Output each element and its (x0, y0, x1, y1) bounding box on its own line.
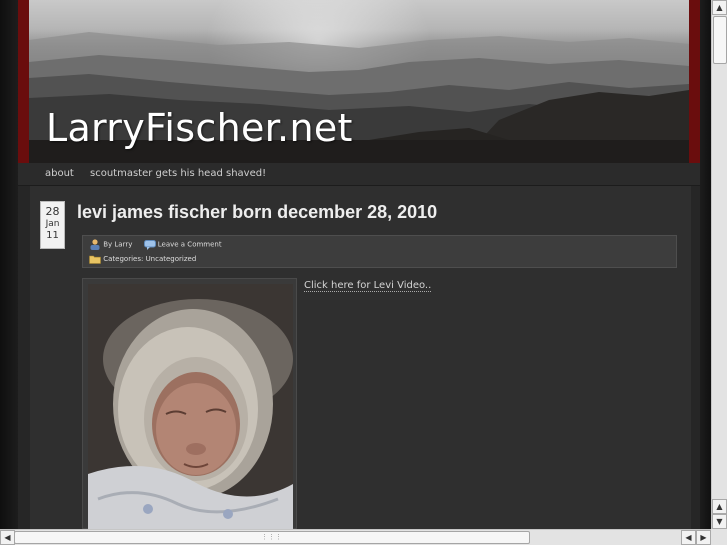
chevron-right-icon: ▶ (700, 533, 707, 542)
leave-comment-link[interactable]: Leave a Comment (158, 241, 222, 249)
comment-icon (143, 239, 156, 250)
scroll-right-button[interactable]: ▶ (696, 530, 711, 545)
site-title[interactable]: LarryFischer.net (46, 106, 353, 150)
post-title[interactable]: levi james fischer born december 28, 201… (77, 202, 437, 223)
post-date-day: 28 (45, 205, 60, 218)
vertical-scrollbar[interactable]: ▲ ▲ ▼ (711, 0, 727, 529)
levi-video-link[interactable]: Click here for Levi Video.. (304, 280, 432, 292)
grip-icon: ⋮⋮⋮ (261, 534, 282, 541)
chevron-up-icon: ▲ (716, 3, 723, 12)
page-shadow-right (700, 0, 711, 529)
chevron-left-icon: ◀ (4, 533, 11, 542)
post-meta-box: By Larry Leave a Comment Categories: Unc… (82, 235, 677, 268)
nav-item-scoutmaster[interactable]: scoutmaster gets his head shaved! (90, 168, 266, 179)
vertical-scroll-thumb[interactable] (713, 16, 727, 64)
chevron-up-icon: ▲ (716, 502, 723, 511)
post-meta-row-categories: Categories: Uncategorized (89, 254, 196, 268)
folder-icon (89, 255, 101, 264)
page-shadow-left (0, 0, 18, 529)
user-icon (90, 239, 100, 250)
post-date-month: Jan (45, 219, 60, 229)
chevron-left-icon: ◀ (685, 533, 692, 542)
scroll-left-button[interactable]: ◀ (0, 530, 15, 545)
scroll-up-button[interactable]: ▲ (712, 0, 727, 15)
horizontal-scroll-thumb[interactable]: ⋮⋮⋮ (14, 531, 530, 544)
category-link[interactable]: Uncategorized (146, 255, 197, 263)
scrollbar-corner (711, 529, 727, 545)
main-navigation: about scoutmaster gets his head shaved! (18, 163, 700, 186)
baby-photo-frame (82, 278, 297, 529)
post-date-year: 11 (46, 230, 59, 241)
header-border-left (18, 0, 29, 163)
nav-item-about[interactable]: about (45, 168, 74, 179)
baby-photo-image (88, 284, 293, 529)
header-border-right (689, 0, 700, 163)
post-meta-row-author: By Larry Leave a Comment (89, 239, 222, 253)
post-author[interactable]: By Larry (103, 241, 132, 249)
categories-label: Categories: (103, 255, 144, 263)
scroll-down-button-upper[interactable]: ▲ (712, 499, 727, 514)
chevron-down-icon: ▼ (716, 517, 723, 526)
horizontal-scrollbar[interactable]: ◀ ⋮⋮⋮ ◀ ▶ (0, 529, 711, 545)
scroll-down-button[interactable]: ▼ (712, 514, 727, 529)
scroll-left-button-secondary[interactable]: ◀ (681, 530, 696, 545)
post-date-badge: 28 Jan 11 (40, 201, 65, 249)
browser-viewport: LarryFischer.net about scoutmaster gets … (0, 0, 711, 529)
baby-photo[interactable] (88, 284, 293, 529)
site-header: LarryFischer.net (18, 0, 700, 163)
